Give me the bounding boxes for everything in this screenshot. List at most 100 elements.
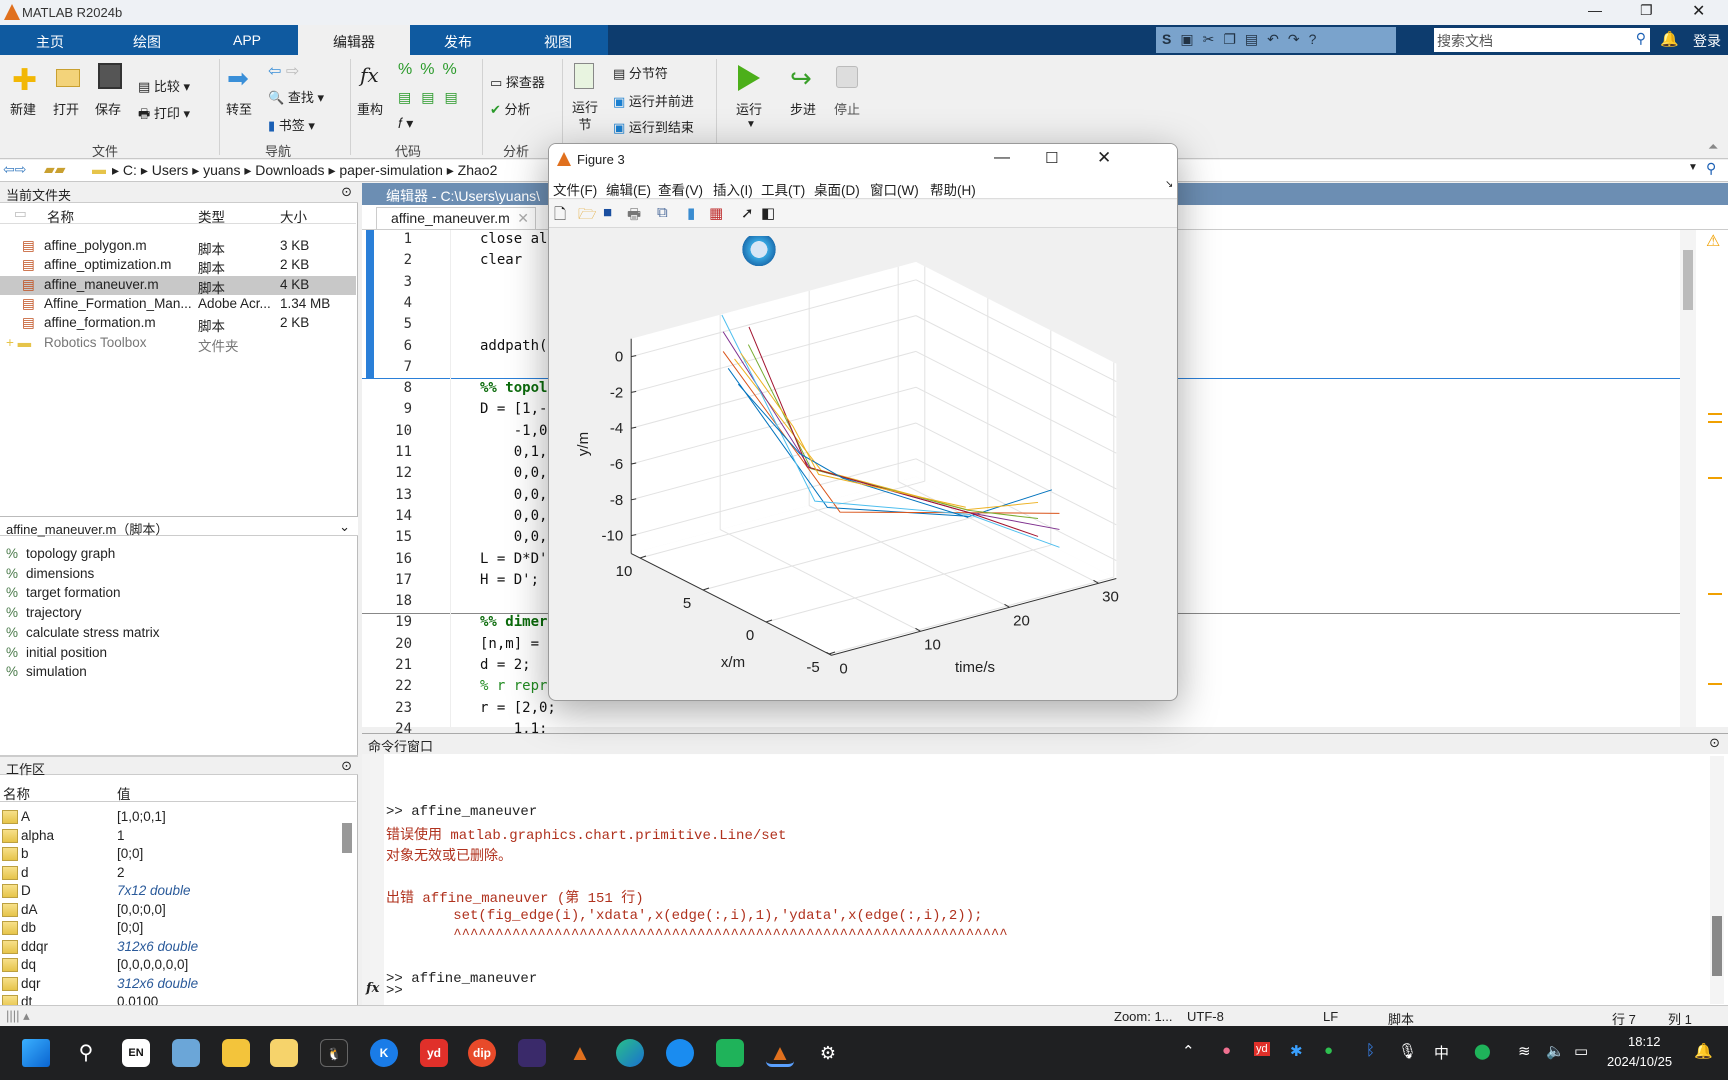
workspace-variable[interactable]: dA [0,0;0,0] [2, 901, 332, 919]
workspace-variable[interactable]: db [0;0] [2, 919, 332, 937]
k-app-icon[interactable]: K [370, 1039, 398, 1067]
mic-icon[interactable]: 🎙 [1398, 1042, 1417, 1060]
code-line[interactable]: -1,0 [480, 423, 548, 439]
qq-icon[interactable]: 🐧 [320, 1039, 348, 1067]
file-row[interactable]: ▤ affine_optimization.m 脚本 2 KB [0, 256, 356, 276]
explorer-button[interactable]: ▭ 探查器 [490, 72, 545, 91]
breadcrumb-item[interactable]: yuans [203, 162, 240, 178]
figure-maximize-button[interactable]: ☐ [1045, 149, 1058, 167]
menu-desktop[interactable]: 桌面(D) [814, 179, 860, 199]
run-advance-button[interactable]: ▣ 运行并前进 [613, 91, 694, 110]
code-line[interactable]: 0,0, [480, 529, 548, 545]
code-line[interactable]: %% topol [480, 380, 547, 396]
undo-icon[interactable]: ↶ [1267, 31, 1288, 47]
code-line[interactable]: H = D'; [480, 572, 539, 588]
legend-icon[interactable]: ▦ [709, 204, 723, 222]
code-line[interactable]: r = [2,0; [480, 700, 556, 716]
section-break-button[interactable]: ▤ 分节符 [613, 63, 668, 82]
edge-icon[interactable] [616, 1039, 644, 1067]
devices-icon[interactable]: ⚙ [814, 1039, 842, 1067]
star-tray-icon[interactable]: ✱ [1290, 1042, 1303, 1060]
analyze-button[interactable]: ✔ 分析 [490, 99, 531, 118]
close-button[interactable]: ✕ [1692, 1, 1705, 21]
open-file-icon[interactable]: 🗁 [578, 204, 597, 229]
run-to-end-button[interactable]: ▣ 运行到结束 [613, 117, 694, 136]
tab-editor[interactable]: 编辑器 [298, 25, 410, 55]
login-link[interactable]: 登录 [1693, 31, 1721, 51]
workspace-variable[interactable]: A [1,0;0,1] [2, 808, 332, 826]
scroll-thumb[interactable] [1712, 916, 1722, 976]
code-line[interactable]: 0,0, [480, 465, 548, 481]
lang-icon[interactable]: EN [122, 1039, 150, 1067]
folder-up-icon[interactable]: ▰▰ [44, 161, 66, 178]
section-item[interactable]: % initial position [0, 644, 356, 663]
status-encoding[interactable]: UTF-8 [1187, 1009, 1224, 1024]
editor-tab[interactable]: affine_maneuver.m ✕ [376, 207, 536, 229]
fx-prompt-icon[interactable]: fx [366, 981, 379, 996]
menu-window[interactable]: 窗口(W) [870, 179, 919, 199]
section-item[interactable]: % trajectory [0, 604, 356, 623]
function-hint-icon[interactable]: 𝑓 ▾ [398, 115, 413, 132]
pointer-icon[interactable]: ➚ [741, 204, 754, 222]
workspace-variable[interactable]: ddqr 312x6 double [2, 938, 332, 956]
clock-date[interactable]: 2024/10/25 [1607, 1054, 1672, 1069]
tab-publish[interactable]: 发布 [444, 32, 472, 52]
code-line[interactable]: % r repr [480, 678, 547, 694]
chat-app-icon[interactable] [716, 1039, 744, 1067]
game-icon[interactable] [518, 1039, 546, 1067]
bookmark-button[interactable]: ▮ 书签 ▾ [268, 115, 315, 134]
redo-icon[interactable]: ↷ [1288, 31, 1309, 47]
code-line[interactable]: D = [1,- [480, 401, 547, 417]
save-icon[interactable]: ▣ [1180, 31, 1202, 47]
section-item[interactable]: % dimensions [0, 565, 356, 584]
section-item[interactable]: % calculate stress matrix [0, 624, 356, 643]
nav-arrows-icon[interactable]: ⇦⇨ [3, 161, 26, 178]
workspace-scrollbar[interactable] [342, 823, 352, 853]
tab-apps[interactable]: APP [233, 32, 261, 48]
column-name[interactable]: 名称 [47, 206, 74, 226]
search-icon[interactable]: ⚲ [1636, 30, 1646, 47]
desktop-pet-sprite[interactable] [742, 236, 776, 266]
wechat-icon[interactable]: ● [1324, 1042, 1333, 1059]
section-item[interactable]: % topology graph [0, 545, 356, 564]
property-editor-icon[interactable]: ◧ [761, 204, 775, 222]
search-docs-input[interactable]: 搜索文档 ⚲ [1434, 28, 1650, 52]
figure-minimize-button[interactable]: — [994, 149, 1010, 167]
print-button[interactable]: 🖶 打印 ▾ [138, 103, 190, 127]
file-explorer-icon[interactable] [222, 1039, 250, 1067]
notes-icon[interactable] [270, 1039, 298, 1067]
file-row[interactable]: ▤ affine_polygon.m 脚本 3 KB [0, 237, 356, 257]
warning-icon[interactable]: ⚠ [1706, 231, 1720, 251]
code-line[interactable]: clear [480, 252, 522, 268]
panel-menu-icon[interactable]: ⊙ [341, 758, 352, 774]
menu-help[interactable]: 帮助(H) [930, 179, 976, 199]
print-figure-icon[interactable]: 🖶 [627, 204, 641, 229]
paste-icon[interactable]: ▤ [1245, 31, 1267, 47]
address-dropdown-icon[interactable]: ▼ [1688, 162, 1698, 173]
search-icon[interactable]: ⚲ [72, 1039, 100, 1067]
workspace-variable[interactable]: b [0;0] [2, 845, 332, 863]
copy-icon[interactable]: ❐ [1223, 31, 1245, 47]
tab-view[interactable]: 视图 [544, 32, 572, 52]
comment-icons[interactable]: %%% [398, 61, 465, 79]
matlab-active-icon[interactable]: ▲ [766, 1039, 794, 1067]
editor-scrollbar[interactable] [1680, 230, 1696, 727]
workspace-variable[interactable]: dq [0,0,0,0,0,0] [2, 956, 332, 974]
column-type[interactable]: 类型 [198, 206, 225, 226]
code-line[interactable]: %% dimer [480, 614, 547, 630]
youdao-tray-icon[interactable]: yd [1254, 1042, 1270, 1056]
menu-tools[interactable]: 工具(T) [761, 179, 805, 199]
menu-view[interactable]: 查看(V) [658, 179, 703, 199]
workspace-variable[interactable]: D 7x12 double [2, 882, 332, 900]
tab-home[interactable]: 主页 [36, 32, 64, 52]
collapse-ribbon-icon[interactable]: ⏶ [1708, 139, 1718, 155]
compare-button[interactable]: ▤ 比较 ▾ [138, 76, 190, 95]
photos-icon[interactable] [172, 1039, 200, 1067]
dock-arrow-icon[interactable]: ↘ [1165, 179, 1173, 190]
workspace-variable[interactable]: dqr 312x6 double [2, 975, 332, 993]
status-eol[interactable]: LF [1323, 1009, 1338, 1024]
bluetooth-icon[interactable]: ᛒ [1366, 1042, 1375, 1059]
breadcrumb-item[interactable]: Users [152, 162, 189, 178]
youdao-icon[interactable]: yd [420, 1039, 448, 1067]
file-row[interactable]: ▤ affine_maneuver.m 脚本 4 KB [0, 275, 356, 296]
